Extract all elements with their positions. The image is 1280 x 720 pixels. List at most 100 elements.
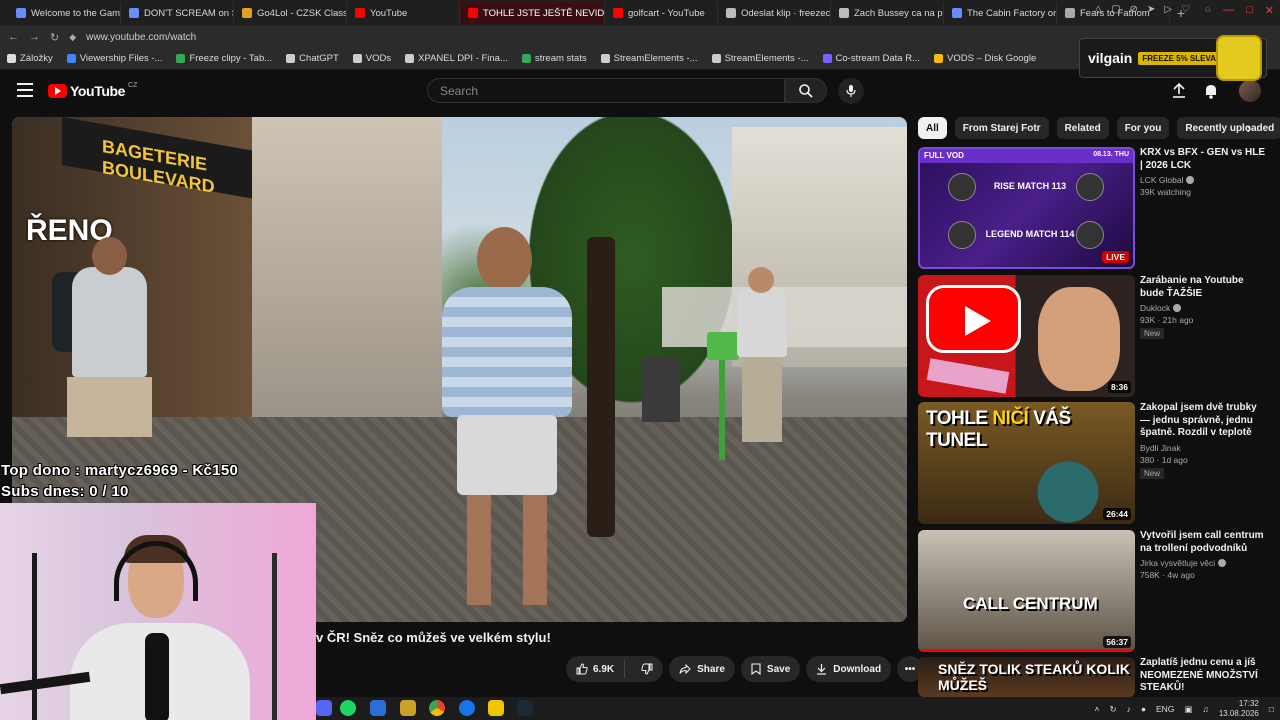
recommendation-info[interactable]: KRX vs BFX - GEN vs HLE | 2026 LCK LCK G… xyxy=(1140,147,1268,197)
sync-icon[interactable]: ↻ xyxy=(1109,704,1116,715)
recommendation-info[interactable]: Vytvořil jsem call centrum na trollení p… xyxy=(1140,530,1268,580)
filter-chip[interactable]: Related xyxy=(1056,117,1109,139)
app-icon[interactable] xyxy=(370,700,386,716)
bookmark-item[interactable]: XPANEL DPI - Fina... xyxy=(405,53,508,64)
file-explorer-icon[interactable] xyxy=(400,700,416,716)
filter-chip[interactable]: All xyxy=(918,117,947,139)
bookmark-item[interactable]: VODs xyxy=(352,53,391,64)
speaker-icon[interactable]: ♪ xyxy=(1127,704,1131,714)
youtube-logo[interactable]: YouTube CZ xyxy=(48,82,137,99)
browser-tab[interactable]: DON'T SCREAM on St xyxy=(121,2,234,24)
recommendation-info[interactable]: Zaplatíš jednu cenu a jíš NEOMEZENÉ MNOŽ… xyxy=(1140,657,1268,695)
filter-chip[interactable]: For you xyxy=(1116,117,1170,139)
upload-icon[interactable] xyxy=(1170,82,1188,100)
bookmark-item[interactable]: Viewership Files -... xyxy=(66,53,162,64)
discord-icon[interactable] xyxy=(316,700,332,716)
bookmark-item[interactable]: Záložky xyxy=(7,53,53,64)
search-tabs-icon[interactable]: ○ xyxy=(1204,4,1211,17)
recommendation-item[interactable]: SNĚZ TOLIK STEAKŮ KOLIK MŮŽEŠ Zaplatíš j… xyxy=(918,657,1268,697)
filter-chip[interactable]: From Starej Fotr xyxy=(954,117,1049,139)
related-filter-chips: All From Starej Fotr Related For you Recentl… xyxy=(918,117,1280,139)
monitor-icon[interactable]: ▣ xyxy=(1184,704,1192,715)
browser-tab[interactable]: TOHLE JSTE JEŠTĚ NEVID xyxy=(460,2,605,24)
menu-icon[interactable] xyxy=(17,83,33,97)
reload-icon[interactable]: ↻ xyxy=(50,31,59,44)
recommendation-item[interactable]: FULL VOD 08.13. THU RISE MATCH 113 LEGEND… xyxy=(918,147,1268,269)
bookmark-item[interactable]: Freeze clipy - Tab... xyxy=(176,53,272,64)
bookmark-heart-icon[interactable]: ♡ xyxy=(1181,4,1190,15)
like-button[interactable]: 6.9K xyxy=(566,660,626,678)
recommendation-info[interactable]: Zarábanie na Youtube bude ŤAŽŠIE Duklock… xyxy=(1140,275,1268,339)
recommendation-thumbnail[interactable]: CALL CENTRUM 56:37 xyxy=(918,530,1135,652)
send-icon[interactable]: ➤ xyxy=(1147,4,1155,15)
play-icon[interactable]: ▷ xyxy=(1164,4,1172,15)
screenshot-icon[interactable]: ▢ xyxy=(1111,4,1120,15)
url-field[interactable]: www.youtube.com/watch xyxy=(86,32,196,43)
recommendation-title[interactable]: KRX vs BFX - GEN vs HLE | 2026 LCK xyxy=(1140,147,1268,172)
browser-tab[interactable]: YouTube xyxy=(347,2,460,24)
browser-icon[interactable] xyxy=(459,700,475,716)
video-actions: 6.9K Share Save Download ••• xyxy=(566,656,924,682)
steam-icon[interactable] xyxy=(517,700,533,716)
chevron-right-icon[interactable]: › xyxy=(1240,119,1258,137)
browser-tab[interactable]: golfcart - YouTube xyxy=(605,2,718,24)
browser-tab[interactable]: Odeslat klip · freezecli xyxy=(718,2,831,24)
microphone-tray-icon[interactable]: ● xyxy=(1141,704,1146,714)
recommendation-thumbnail[interactable]: FULL VOD 08.13. THU RISE MATCH 113 LEGEND… xyxy=(918,147,1135,269)
recommendation-thumbnail[interactable]: TOHLE NIČÍ VÁŠ TUNEL 26:44 xyxy=(918,402,1135,524)
recommendation-info[interactable]: Zakopal jsem dvě trubky — jednu správně,… xyxy=(1140,402,1268,479)
recommendation-item[interactable]: TOHLE NIČÍ VÁŠ TUNEL 26:44 Zakopal jsem … xyxy=(918,402,1268,524)
notifications-bell-icon[interactable] xyxy=(1202,82,1220,100)
recommendation-channel[interactable]: Bydli Jinak xyxy=(1140,443,1268,453)
download-button[interactable]: Download xyxy=(806,656,892,682)
volume-icon[interactable]: ♫ xyxy=(1202,704,1208,714)
recommendation-item[interactable]: 8:36 Zarábanie na Youtube bude ŤAŽŠIE Du… xyxy=(918,275,1268,397)
search-button[interactable] xyxy=(785,78,827,103)
account-avatar[interactable] xyxy=(1239,80,1261,102)
bookmark-item[interactable]: StreamElements -... xyxy=(711,53,809,64)
site-info-icon[interactable]: ◆ xyxy=(69,32,76,43)
clock[interactable]: 17:32 13.08.2026 xyxy=(1219,699,1259,719)
bookmark-item[interactable]: StreamElements -... xyxy=(600,53,698,64)
browser-tab[interactable]: Zach Bussey ca na pla xyxy=(831,2,944,24)
verified-icon xyxy=(1186,176,1195,184)
bookmark-item[interactable]: stream stats xyxy=(521,53,587,64)
notifications-icon[interactable]: □ xyxy=(1269,704,1274,714)
bookmark-item[interactable]: ChatGPT xyxy=(286,53,339,64)
back-icon[interactable]: ← xyxy=(8,31,19,43)
browser-tab[interactable]: The Cabin Factory on xyxy=(944,2,1057,24)
recommendation-title[interactable]: Zarábanie na Youtube bude ŤAŽŠIE xyxy=(1140,275,1268,300)
pin-icon[interactable]: △ xyxy=(1094,4,1102,15)
share-button[interactable]: Share xyxy=(669,656,735,682)
close-window-icon[interactable]: ✕ xyxy=(1265,4,1274,17)
save-button[interactable]: Save xyxy=(740,656,801,682)
bookmark-item[interactable]: Co-stream Data R... xyxy=(822,53,920,64)
recommendation-title[interactable]: Vytvořil jsem call centrum na trollení p… xyxy=(1140,530,1268,555)
recommendation-thumbnail[interactable]: 8:36 xyxy=(918,275,1135,397)
minimize-icon[interactable]: — xyxy=(1223,4,1234,17)
spotify-icon[interactable] xyxy=(340,700,356,716)
voice-search-button[interactable] xyxy=(838,78,864,104)
bookmark-item[interactable]: VODS – Disk Google xyxy=(934,53,1036,64)
maximize-icon[interactable]: □ xyxy=(1246,4,1253,17)
recommendation-channel[interactable]: Duklock xyxy=(1140,303,1268,313)
chevron-up-icon[interactable]: ˄ xyxy=(1095,704,1100,714)
chrome-icon[interactable] xyxy=(429,700,445,716)
os-taskbar: ˄ ↻ ♪ ● ENG ▣ ♫ 17:32 13.08.2026 □ xyxy=(316,697,1280,720)
filter-chip[interactable]: Recently uploaded xyxy=(1177,117,1280,139)
bookmark-favicon-icon xyxy=(352,54,362,63)
recommendation-item[interactable]: CALL CENTRUM 56:37 Vytvořil jsem call ce… xyxy=(918,530,1268,652)
browser-tab[interactable]: Welcome to the Game xyxy=(8,2,121,24)
recommendation-title[interactable]: Zaplatíš jednu cenu a jíš NEOMEZENÉ MNOŽ… xyxy=(1140,657,1268,695)
recommendation-channel[interactable]: Jirka vysvětluje věci xyxy=(1140,558,1268,568)
search-input[interactable]: Search xyxy=(427,78,785,103)
forward-icon[interactable]: → xyxy=(29,31,40,43)
browser-tab[interactable]: Go4Lol - CZSK Classic xyxy=(234,2,347,24)
block-icon[interactable]: ⊘ xyxy=(1130,4,1138,15)
language-indicator[interactable]: ENG xyxy=(1156,704,1174,714)
recommendation-title[interactable]: Zakopal jsem dvě trubky — jednu správně,… xyxy=(1140,402,1268,440)
dislike-button[interactable] xyxy=(631,660,663,678)
recommendation-thumbnail[interactable]: SNĚZ TOLIK STEAKŮ KOLIK MŮŽEŠ xyxy=(918,657,1135,697)
app-icon[interactable] xyxy=(488,700,504,716)
recommendation-channel[interactable]: LCK Global xyxy=(1140,175,1268,185)
